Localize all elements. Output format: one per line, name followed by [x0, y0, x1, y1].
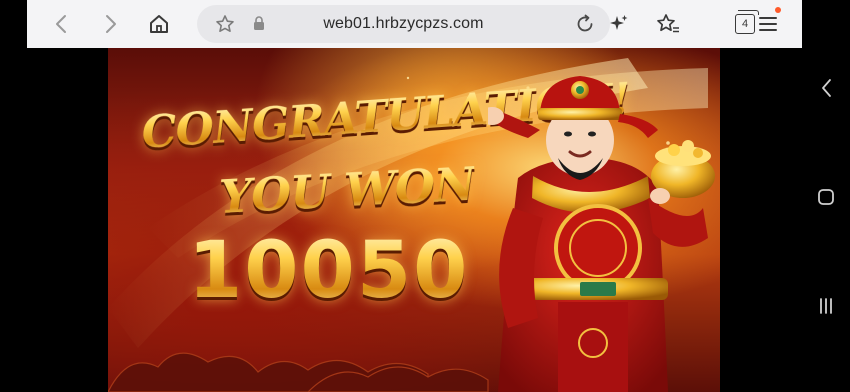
back-button[interactable]: [45, 8, 77, 40]
home-button[interactable]: [143, 8, 175, 40]
browser-toolbar: web01.hrbzycpzs.com 4: [27, 0, 802, 48]
notification-dot: [775, 7, 781, 13]
system-home-button[interactable]: [814, 185, 838, 209]
chevron-right-icon: [106, 15, 116, 33]
reload-icon[interactable]: [574, 13, 596, 40]
chevron-left-icon: [56, 15, 66, 33]
address-bar[interactable]: web01.hrbzycpzs.com: [197, 5, 610, 43]
menu-icon: [759, 17, 777, 31]
system-back-button[interactable]: [814, 76, 838, 100]
square-icon: [818, 189, 834, 205]
forward-button[interactable]: [95, 8, 127, 40]
url-text[interactable]: web01.hrbzycpzs.com: [197, 15, 610, 33]
ai-assistant-button[interactable]: [603, 8, 635, 40]
favorites-button[interactable]: [652, 8, 684, 40]
system-navigation-bar: [802, 0, 850, 392]
god-of-wealth-illustration: [488, 76, 715, 392]
home-icon: [150, 15, 168, 33]
sparkle-icon: [610, 15, 628, 30]
screen: web01.hrbzycpzs.com 4 CONGRATULATION! YO…: [0, 0, 850, 392]
chevron-left-icon: [822, 79, 831, 97]
star-list-icon: [657, 14, 679, 33]
system-recents-button[interactable]: [814, 294, 838, 318]
menu-button[interactable]: [752, 8, 784, 40]
game-canvas[interactable]: CONGRATULATION! YOU WON 10050: [108, 48, 720, 392]
tab-count: 4: [741, 18, 749, 30]
win-amount: 10050: [188, 226, 470, 316]
recents-icon: [820, 298, 832, 314]
